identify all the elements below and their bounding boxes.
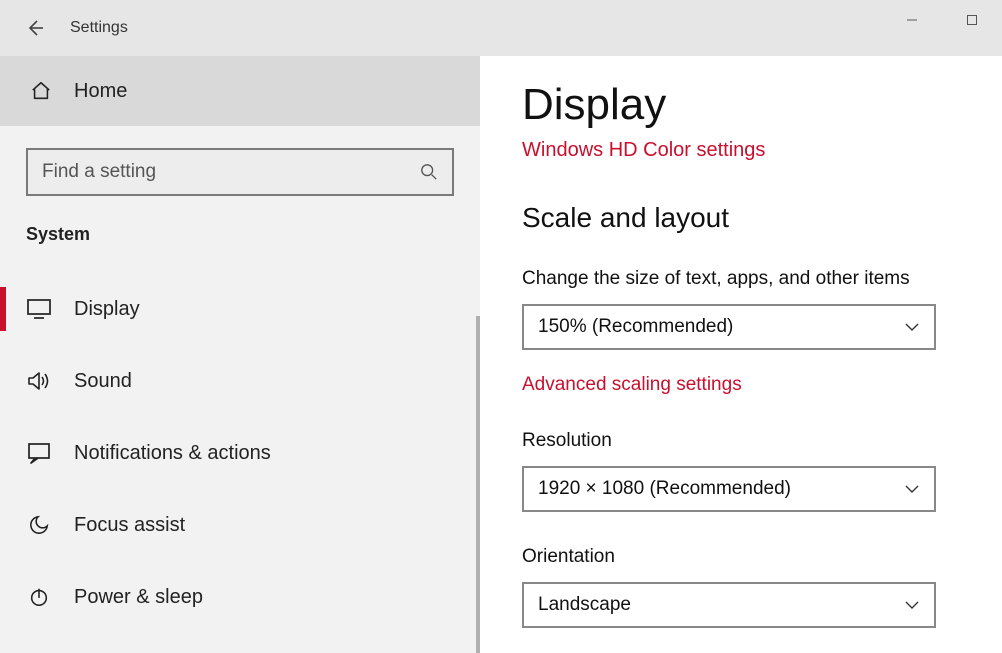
sound-icon bbox=[26, 370, 52, 392]
resolution-dropdown-value: 1920 × 1080 (Recommended) bbox=[538, 478, 791, 500]
focus-assist-icon bbox=[26, 514, 52, 536]
back-button[interactable] bbox=[0, 0, 70, 56]
search-input[interactable] bbox=[42, 161, 420, 183]
maximize-button[interactable] bbox=[942, 0, 1002, 40]
resolution-label: Resolution bbox=[522, 430, 962, 452]
orientation-label: Orientation bbox=[522, 546, 962, 568]
sidebar-item-power-sleep[interactable]: Power & sleep bbox=[0, 561, 480, 633]
sidebar-item-label: Notifications & actions bbox=[74, 442, 271, 465]
window-title: Settings bbox=[70, 19, 128, 37]
sidebar-item-label: Display bbox=[74, 298, 140, 321]
content-panel: Display Windows HD Color settings Scale … bbox=[480, 56, 1002, 653]
search-box[interactable] bbox=[26, 148, 454, 196]
home-icon bbox=[30, 80, 52, 102]
notifications-icon bbox=[26, 442, 52, 464]
back-arrow-icon bbox=[25, 18, 45, 38]
resolution-dropdown[interactable]: 1920 × 1080 (Recommended) bbox=[522, 466, 936, 512]
sidebar-item-label: Power & sleep bbox=[74, 586, 203, 609]
orientation-dropdown-value: Landscape bbox=[538, 594, 631, 616]
sidebar: Home System Display bbox=[0, 56, 480, 653]
home-label: Home bbox=[74, 80, 127, 103]
minimize-button[interactable] bbox=[882, 0, 942, 40]
sidebar-item-notifications[interactable]: Notifications & actions bbox=[0, 417, 480, 489]
minimize-icon bbox=[906, 14, 918, 26]
scale-dropdown-value: 150% (Recommended) bbox=[538, 316, 733, 338]
advanced-scaling-link[interactable]: Advanced scaling settings bbox=[522, 374, 742, 396]
chevron-down-icon bbox=[904, 484, 920, 494]
chevron-down-icon bbox=[904, 322, 920, 332]
hd-color-link[interactable]: Windows HD Color settings bbox=[522, 140, 962, 160]
sidebar-item-label: Focus assist bbox=[74, 514, 185, 537]
titlebar: Settings bbox=[0, 0, 1002, 56]
sidebar-item-label: Sound bbox=[74, 370, 132, 393]
chevron-down-icon bbox=[904, 600, 920, 610]
scale-section-title: Scale and layout bbox=[522, 202, 962, 234]
display-icon bbox=[26, 299, 52, 319]
scale-label: Change the size of text, apps, and other… bbox=[522, 268, 962, 290]
orientation-dropdown[interactable]: Landscape bbox=[522, 582, 936, 628]
search-icon bbox=[420, 163, 438, 181]
home-nav-item[interactable]: Home bbox=[0, 56, 480, 126]
scale-dropdown[interactable]: 150% (Recommended) bbox=[522, 304, 936, 350]
sidebar-item-sound[interactable]: Sound bbox=[0, 345, 480, 417]
page-title: Display bbox=[522, 80, 962, 130]
sidebar-nav: Display Sound Notifications & actions bbox=[0, 273, 480, 633]
category-label: System bbox=[0, 196, 480, 245]
maximize-icon bbox=[966, 14, 978, 26]
sidebar-item-display[interactable]: Display bbox=[0, 273, 480, 345]
power-icon bbox=[26, 586, 52, 608]
sidebar-item-focus-assist[interactable]: Focus assist bbox=[0, 489, 480, 561]
